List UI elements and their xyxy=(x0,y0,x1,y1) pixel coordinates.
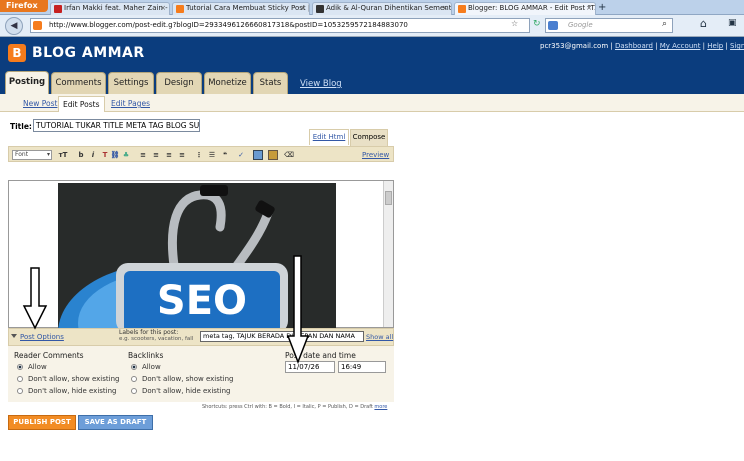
numbered-list-icon[interactable]: ⋮ xyxy=(194,150,204,160)
post-title-input[interactable]: TUTORIAL TUKAR TITLE META TAG BLOG SUP xyxy=(33,119,200,132)
my-account-link[interactable]: My Account xyxy=(660,42,701,50)
search-icon[interactable]: ⌕ xyxy=(662,19,667,29)
user-email: pcr353@gmail.com xyxy=(540,42,609,50)
font-select[interactable]: Font ▾ xyxy=(12,150,52,160)
comments-allow-radio[interactable] xyxy=(17,364,23,370)
backlinks-heading: Backlinks xyxy=(128,351,164,360)
search-input[interactable]: Google xyxy=(545,18,673,33)
close-tab-icon[interactable]: × xyxy=(586,3,592,14)
bold-icon[interactable]: b xyxy=(76,150,86,160)
labels-hint: e.g. scooters, vacation, fall xyxy=(119,336,194,342)
keyboard-shortcuts-hint: Shortcuts: press Ctrl with: B = Bold, I … xyxy=(202,404,388,410)
google-engine-icon[interactable] xyxy=(548,21,558,30)
blog-name: BLOG AMMAR xyxy=(32,45,145,61)
tab-posting[interactable]: Posting xyxy=(5,71,49,94)
backlinks-hide-existing-label: Don't allow, hide existing xyxy=(142,387,231,395)
align-left-icon[interactable]: ≡ xyxy=(138,150,148,160)
view-blog-link[interactable]: View Blog xyxy=(300,79,342,89)
chevron-down-icon: ▾ xyxy=(46,151,50,158)
help-link[interactable]: Help xyxy=(707,42,723,50)
triangle-down-icon[interactable] xyxy=(11,334,17,338)
backlinks-allow-label: Allow xyxy=(142,363,161,371)
url-bar[interactable]: http://www.blogger.com/post-edit.g?blogI… xyxy=(30,18,530,33)
new-post-link[interactable]: New Post xyxy=(23,99,57,108)
reader-comments-heading: Reader Comments xyxy=(14,351,84,360)
post-options-link[interactable]: Post Options xyxy=(20,333,64,341)
align-right-icon[interactable]: ≡ xyxy=(164,150,174,160)
browser-tab[interactable]: Irfan Makki feat. Maher Zain - I Believe… xyxy=(50,2,170,15)
save-as-draft-button[interactable]: SAVE AS DRAFT xyxy=(78,415,153,430)
post-time-input[interactable]: 16:49 xyxy=(338,361,386,373)
blogger-favicon-icon xyxy=(176,5,184,13)
reload-icon[interactable]: ↻ xyxy=(533,19,541,29)
tab-monetize[interactable]: Monetize xyxy=(204,72,251,94)
browser-tab-active[interactable]: Blogger: BLOG AMMAR - Edit Post "T... × xyxy=(454,2,596,15)
text-color-icon[interactable]: T xyxy=(100,150,110,160)
new-tab-button[interactable]: + xyxy=(598,2,606,13)
title-label: Title: xyxy=(10,122,32,131)
backlinks-show-existing-radio[interactable] xyxy=(131,376,137,382)
user-links: pcr353@gmail.com | Dashboard | My Accoun… xyxy=(540,42,744,50)
blogger-logo-icon: B xyxy=(8,44,26,62)
edit-html-tab[interactable]: Edit Html xyxy=(309,129,349,145)
browser-tab[interactable]: Adik & Al-Quran Dihentikan Sementa... × xyxy=(312,2,452,15)
browser-tab[interactable]: Tutorial Cara Membuat Sticky Post | J...… xyxy=(172,2,310,15)
comments-hide-existing-label: Don't allow, hide existing xyxy=(28,387,117,395)
highlight-icon[interactable]: ♣ xyxy=(121,150,131,160)
youtube-favicon-icon xyxy=(54,5,62,13)
backlinks-allow-radio[interactable] xyxy=(131,364,137,370)
more-shortcuts-link[interactable]: more xyxy=(374,404,387,410)
site-favicon-icon xyxy=(316,5,324,13)
seo-text: SEO xyxy=(157,278,247,324)
spellcheck-icon[interactable]: ✓ xyxy=(236,150,246,160)
insert-image-icon[interactable] xyxy=(253,150,263,160)
close-tab-icon[interactable]: × xyxy=(442,3,448,14)
tab-stats[interactable]: Stats xyxy=(253,72,288,94)
publish-post-button[interactable]: PUBLISH POST xyxy=(8,415,76,430)
labels-input[interactable]: meta tag, TAJUK BERADA DI DEPAN DAN NAMA xyxy=(200,331,364,342)
tab-design[interactable]: Design xyxy=(156,72,202,94)
justify-icon[interactable]: ≡ xyxy=(177,150,187,160)
bookmark-star-icon[interactable]: ☆ xyxy=(511,19,518,28)
insert-video-icon[interactable] xyxy=(268,150,278,160)
tab-settings[interactable]: Settings xyxy=(108,72,154,94)
annotation-arrow-icon xyxy=(286,255,310,364)
compose-tab[interactable]: Compose xyxy=(350,129,388,146)
comments-show-existing-label: Don't allow, show existing xyxy=(28,375,120,383)
back-icon[interactable]: ◀ xyxy=(5,17,23,35)
site-identity-icon[interactable] xyxy=(33,21,42,30)
font-size-icon[interactable]: тT xyxy=(56,150,70,160)
tab-comments[interactable]: Comments xyxy=(51,72,106,94)
link-icon[interactable]: ⛓ xyxy=(110,150,120,160)
close-tab-icon[interactable]: × xyxy=(300,3,306,14)
close-tab-icon[interactable]: × xyxy=(160,3,166,14)
italic-icon[interactable]: i xyxy=(88,150,98,160)
blogger-favicon-icon xyxy=(458,5,466,13)
bullet-list-icon[interactable]: ☰ xyxy=(207,150,217,160)
sign-out-link[interactable]: Sign out xyxy=(730,42,744,50)
edit-posts-tab[interactable]: Edit Posts xyxy=(58,96,105,112)
backlinks-hide-existing-radio[interactable] xyxy=(131,388,137,394)
firefox-menu-button[interactable]: Firefox xyxy=(0,0,48,12)
show-all-labels-link[interactable]: Show all xyxy=(366,333,393,341)
remove-formatting-icon[interactable]: ⌫ xyxy=(284,150,294,160)
comments-show-existing-radio[interactable] xyxy=(17,376,23,382)
align-center-icon[interactable]: ≡ xyxy=(151,150,161,160)
comments-hide-existing-radio[interactable] xyxy=(17,388,23,394)
scroll-thumb[interactable] xyxy=(385,191,392,205)
edit-pages-link[interactable]: Edit Pages xyxy=(111,99,150,108)
backlinks-show-existing-label: Don't allow, show existing xyxy=(142,375,234,383)
preview-link[interactable]: Preview xyxy=(362,151,389,159)
comments-allow-label: Allow xyxy=(28,363,47,371)
extension-icon[interactable]: ▣ xyxy=(728,18,737,28)
dashboard-link[interactable]: Dashboard xyxy=(615,42,653,50)
annotation-arrow-icon xyxy=(22,267,48,330)
home-icon[interactable]: ⌂ xyxy=(700,17,707,30)
blockquote-icon[interactable]: ❝ xyxy=(220,150,230,160)
editor-scrollbar[interactable] xyxy=(383,181,393,327)
labels-title: Labels for this post: xyxy=(119,329,179,336)
